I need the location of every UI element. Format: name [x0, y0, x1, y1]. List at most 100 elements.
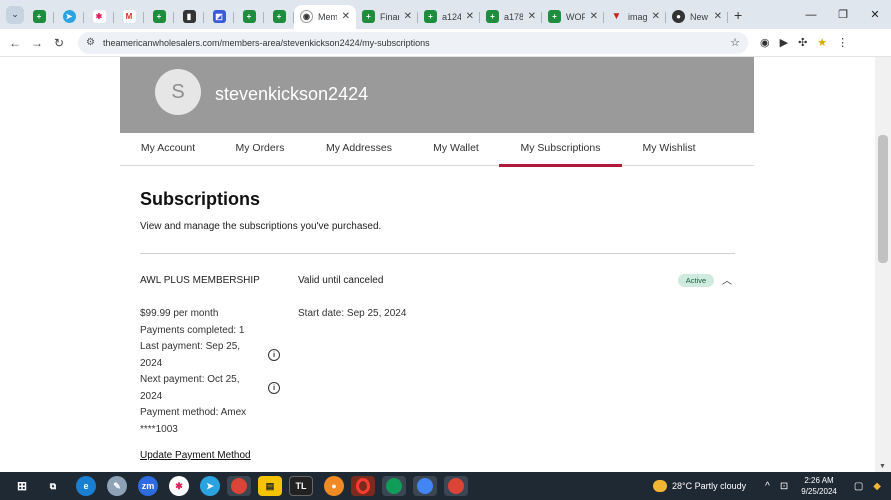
close-tab-icon[interactable]: ✕	[342, 11, 350, 22]
tab-title: a178	[504, 11, 523, 22]
last-payment: Last payment: Sep 25,	[140, 341, 241, 352]
close-tab-icon[interactable]: ✕	[590, 11, 598, 22]
slack-icon[interactable]: ✱	[169, 476, 189, 496]
browser-tab[interactable]: +	[24, 5, 54, 29]
sheets-icon: +	[362, 10, 375, 23]
browser-tab[interactable]: +	[144, 5, 174, 29]
browser-tab[interactable]: ◩	[204, 5, 234, 29]
sheets-icon: +	[32, 10, 46, 23]
extension-arrow-icon[interactable]: ▶	[780, 36, 788, 49]
tab-search-chevron-icon[interactable]: ⌄	[6, 5, 24, 24]
terminal-icon[interactable]: TL	[289, 476, 313, 496]
profile-banner: S stevenkickson2424	[120, 57, 754, 133]
restore-icon[interactable]: ❐	[827, 8, 859, 21]
app-circle-icon[interactable]: ●	[324, 476, 344, 496]
nav-tab-my-account[interactable]: My Account	[128, 133, 208, 166]
network-icon[interactable]: ⊡	[780, 481, 788, 492]
browser-tab[interactable]: ✱	[84, 5, 114, 29]
nav-tab-my-orders[interactable]: My Orders	[224, 133, 296, 166]
telegram-icon[interactable]: ➤	[200, 476, 220, 496]
nav-tab-my-wishlist[interactable]: My Wishlist	[632, 133, 706, 166]
browser-tab[interactable]: + a124 ✕	[418, 5, 480, 29]
nav-tab-my-addresses[interactable]: My Addresses	[316, 133, 402, 166]
zoom-icon[interactable]: zm	[138, 476, 158, 496]
dark-app-icon: ▮	[182, 10, 196, 23]
browser-tab[interactable]: M	[114, 5, 144, 29]
edge-icon[interactable]: e	[76, 476, 96, 496]
opera-icon[interactable]	[351, 476, 375, 496]
close-tab-icon[interactable]: ✕	[652, 11, 660, 22]
github-icon: ●	[672, 10, 685, 23]
update-payment-method-link[interactable]: Update Payment Method	[140, 450, 251, 461]
scroll-down-arrow-icon[interactable]: ▼	[879, 463, 886, 470]
extensions-puzzle-icon[interactable]: ✣	[798, 36, 807, 49]
close-tab-icon[interactable]: ✕	[404, 11, 412, 22]
gmail-icon: M	[122, 10, 136, 23]
chrome-icon[interactable]	[444, 476, 468, 496]
payment-method: Payment method: Amex	[140, 407, 247, 418]
profile-extension-icon[interactable]: ★	[817, 36, 827, 49]
chrome-icon[interactable]	[382, 476, 406, 496]
tab-title: imag	[628, 11, 647, 22]
browser-tab[interactable]: ▮	[174, 5, 204, 29]
address-bar-row: ← → ↻ ⚙ theamericanwholesalers.com/membe…	[0, 29, 891, 57]
extensions-area: ◉ ▶ ✣ ★ ⋮	[760, 36, 848, 49]
browser-tab[interactable]: +	[234, 5, 264, 29]
info-icon[interactable]: i	[268, 382, 280, 394]
page-scrollbar[interactable]: ▼	[875, 57, 891, 472]
chrome-icon[interactable]	[413, 476, 437, 496]
blue-app-icon: ◩	[212, 10, 226, 23]
nav-tab-my-subscriptions[interactable]: My Subscriptions	[499, 133, 622, 167]
close-tab-icon[interactable]: ✕	[528, 11, 536, 22]
new-tab-plus-icon[interactable]: +	[734, 7, 742, 23]
taskbar-clock[interactable]: 2:26 AM 9/25/2024	[801, 475, 837, 497]
extension-shield-icon[interactable]: ◉	[760, 36, 770, 49]
omnibox[interactable]: ⚙ theamericanwholesalers.com/members-are…	[78, 31, 748, 54]
notifications-icon[interactable]: ▢	[854, 481, 863, 492]
site-settings-icon[interactable]: ⚙	[86, 37, 95, 48]
browser-tab[interactable]: +	[264, 5, 294, 29]
sheets-icon: +	[548, 10, 561, 23]
forward-arrow-icon[interactable]: →	[26, 36, 48, 50]
close-tab-icon[interactable]: ✕	[714, 11, 722, 22]
next-payment: Next payment: Oct 25,	[140, 374, 240, 385]
app-icon[interactable]: ✎	[107, 476, 127, 496]
browser-tab[interactable]: ➤	[54, 5, 84, 29]
browser-tab[interactable]: + Finar ✕	[356, 5, 418, 29]
notes-icon[interactable]: ▤	[258, 476, 282, 496]
tab-title: Mem	[318, 11, 337, 22]
reload-icon[interactable]: ↻	[48, 36, 70, 50]
back-arrow-icon[interactable]: ←	[4, 36, 26, 50]
account-nav: My Account My Orders My Addresses My Wal…	[120, 133, 754, 167]
sheets-icon: +	[242, 10, 256, 23]
browser-tab[interactable]: ● New ✕	[666, 5, 728, 29]
plan-name: AWL PLUS MEMBERSHIP	[140, 275, 260, 286]
scrollbar-thumb[interactable]	[878, 135, 888, 263]
taskbar: ⊞ ⧉ e ✎ zm ✱ ➤ ▤ TL ● 28°C Partly cloudy…	[0, 472, 891, 500]
section-divider	[140, 253, 735, 254]
task-view-icon[interactable]: ⧉	[41, 476, 65, 496]
slack-icon: ✱	[92, 10, 106, 23]
collapse-chevron-up-icon[interactable]: ︿	[722, 272, 732, 287]
minimize-icon[interactable]: —	[795, 9, 827, 21]
browser-tab-active[interactable]: ◉ Mem ✕	[294, 4, 356, 29]
url-text[interactable]: theamericanwholesalers.com/members-area/…	[103, 38, 730, 48]
browser-tab[interactable]: + WOF ✕	[542, 5, 604, 29]
window-controls: — ❐ ✕	[795, 0, 891, 29]
bookmark-star-icon[interactable]: ☆	[730, 36, 740, 49]
close-tab-icon[interactable]: ✕	[466, 11, 474, 22]
menu-kebab-icon[interactable]: ⋮	[837, 36, 848, 49]
close-window-icon[interactable]: ✕	[859, 8, 891, 21]
tray-chevron-up-icon[interactable]: ^	[765, 481, 770, 492]
avatar: S	[155, 69, 201, 115]
copilot-icon[interactable]: ◆	[873, 481, 881, 492]
info-icon[interactable]: i	[268, 349, 280, 361]
nav-tab-my-wallet[interactable]: My Wallet	[422, 133, 490, 166]
page-viewport: S stevenkickson2424 My Account My Orders…	[0, 57, 891, 472]
tab-title: a124	[442, 11, 461, 22]
browser-tab[interactable]: + a178 ✕	[480, 5, 542, 29]
chrome-icon[interactable]	[227, 476, 251, 496]
windows-start-icon[interactable]: ⊞	[10, 476, 34, 496]
browser-tab[interactable]: ▼ imag ✕	[604, 5, 666, 29]
weather-widget[interactable]: 28°C Partly cloudy	[653, 480, 746, 492]
